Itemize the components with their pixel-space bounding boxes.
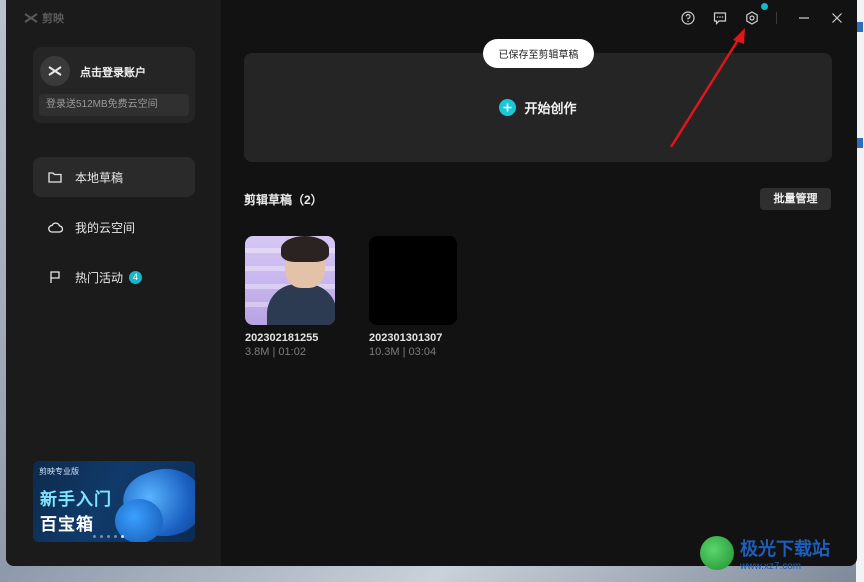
batch-manage-button[interactable]: 批量管理: [760, 188, 831, 210]
sidebar: 剪映 点击登录账户 登录送512MB免费云空间 本地草稿 我的云空间 热门活动 …: [6, 0, 221, 566]
notification-badge: 4: [129, 270, 143, 284]
close-icon[interactable]: [828, 9, 846, 27]
settings-notification-dot: [761, 3, 768, 10]
sidebar-item-label: 热门活动: [75, 270, 124, 285]
sidebar-item-local-drafts[interactable]: 本地草稿: [33, 157, 195, 197]
draft-name: 202302181255: [245, 332, 319, 344]
sidebar-item-cloud-space[interactable]: 我的云空间: [33, 207, 195, 247]
capcut-logo-icon: [24, 13, 38, 23]
banner-title-line1: 新手入门: [40, 490, 112, 509]
account-card[interactable]: 点击登录账户 登录送512MB免费云空间: [33, 47, 195, 123]
site-watermark: 极光下载站 www.xz7.com: [700, 530, 860, 576]
draft-item[interactable]: 202302181255 3.8M | 01:02: [245, 236, 335, 358]
draft-thumbnail[interactable]: [245, 236, 335, 325]
divider: [776, 12, 777, 24]
app-window: 剪映 点击登录账户 登录送512MB免费云空间 本地草稿 我的云空间 热门活动 …: [6, 0, 857, 566]
feedback-icon[interactable]: [711, 9, 729, 27]
app-logo-text: 剪映: [42, 13, 64, 25]
avatar[interactable]: [40, 56, 70, 86]
start-creation-button[interactable]: 开始创作: [244, 53, 832, 162]
banner-carousel-dots[interactable]: [93, 535, 124, 538]
draft-meta: 3.8M | 01:02: [245, 346, 306, 358]
folder-icon: [47, 169, 63, 185]
watermark-logo-icon: [700, 536, 734, 570]
saved-toast: 已保存至剪辑草稿: [483, 39, 594, 68]
drafts-section-title: 剪辑草稿（2）: [244, 193, 323, 207]
app-logo: 剪映: [24, 10, 64, 26]
banner-brand: 剪映专业版: [39, 467, 79, 476]
bg-mark: [857, 22, 863, 32]
flag-icon: [47, 269, 63, 285]
sidebar-item-label: 本地草稿: [75, 170, 124, 185]
cloud-space-offer[interactable]: 登录送512MB免费云空间: [39, 94, 189, 116]
minimize-icon[interactable]: [795, 9, 813, 27]
watermark-title: 极光下载站: [740, 538, 830, 559]
draft-item[interactable]: 202301301307 10.3M | 03:04: [369, 236, 458, 358]
bg-mark: [857, 138, 863, 148]
sidebar-item-hot-events[interactable]: 热门活动 4: [33, 257, 195, 297]
banner-title-line2: 百宝箱: [40, 515, 94, 534]
settings-icon[interactable]: [743, 9, 761, 27]
help-icon[interactable]: [679, 9, 697, 27]
draft-thumbnail[interactable]: [369, 236, 457, 325]
background-window-strip: [856, 0, 864, 582]
draft-meta: 10.3M | 03:04: [369, 346, 437, 358]
avatar-logo-icon: [48, 66, 62, 76]
login-account-link[interactable]: 点击登录账户: [80, 64, 146, 80]
draft-name: 202301301307: [369, 332, 443, 344]
start-creation-label: 开始创作: [524, 101, 577, 116]
sidebar-item-label: 我的云空间: [75, 220, 136, 235]
cloud-icon: [47, 219, 63, 235]
beginner-toolbox-banner[interactable]: 剪映专业版 新手入门 百宝箱: [33, 461, 195, 542]
plus-icon: [499, 99, 517, 116]
watermark-url: www.xz7.com: [740, 560, 802, 572]
